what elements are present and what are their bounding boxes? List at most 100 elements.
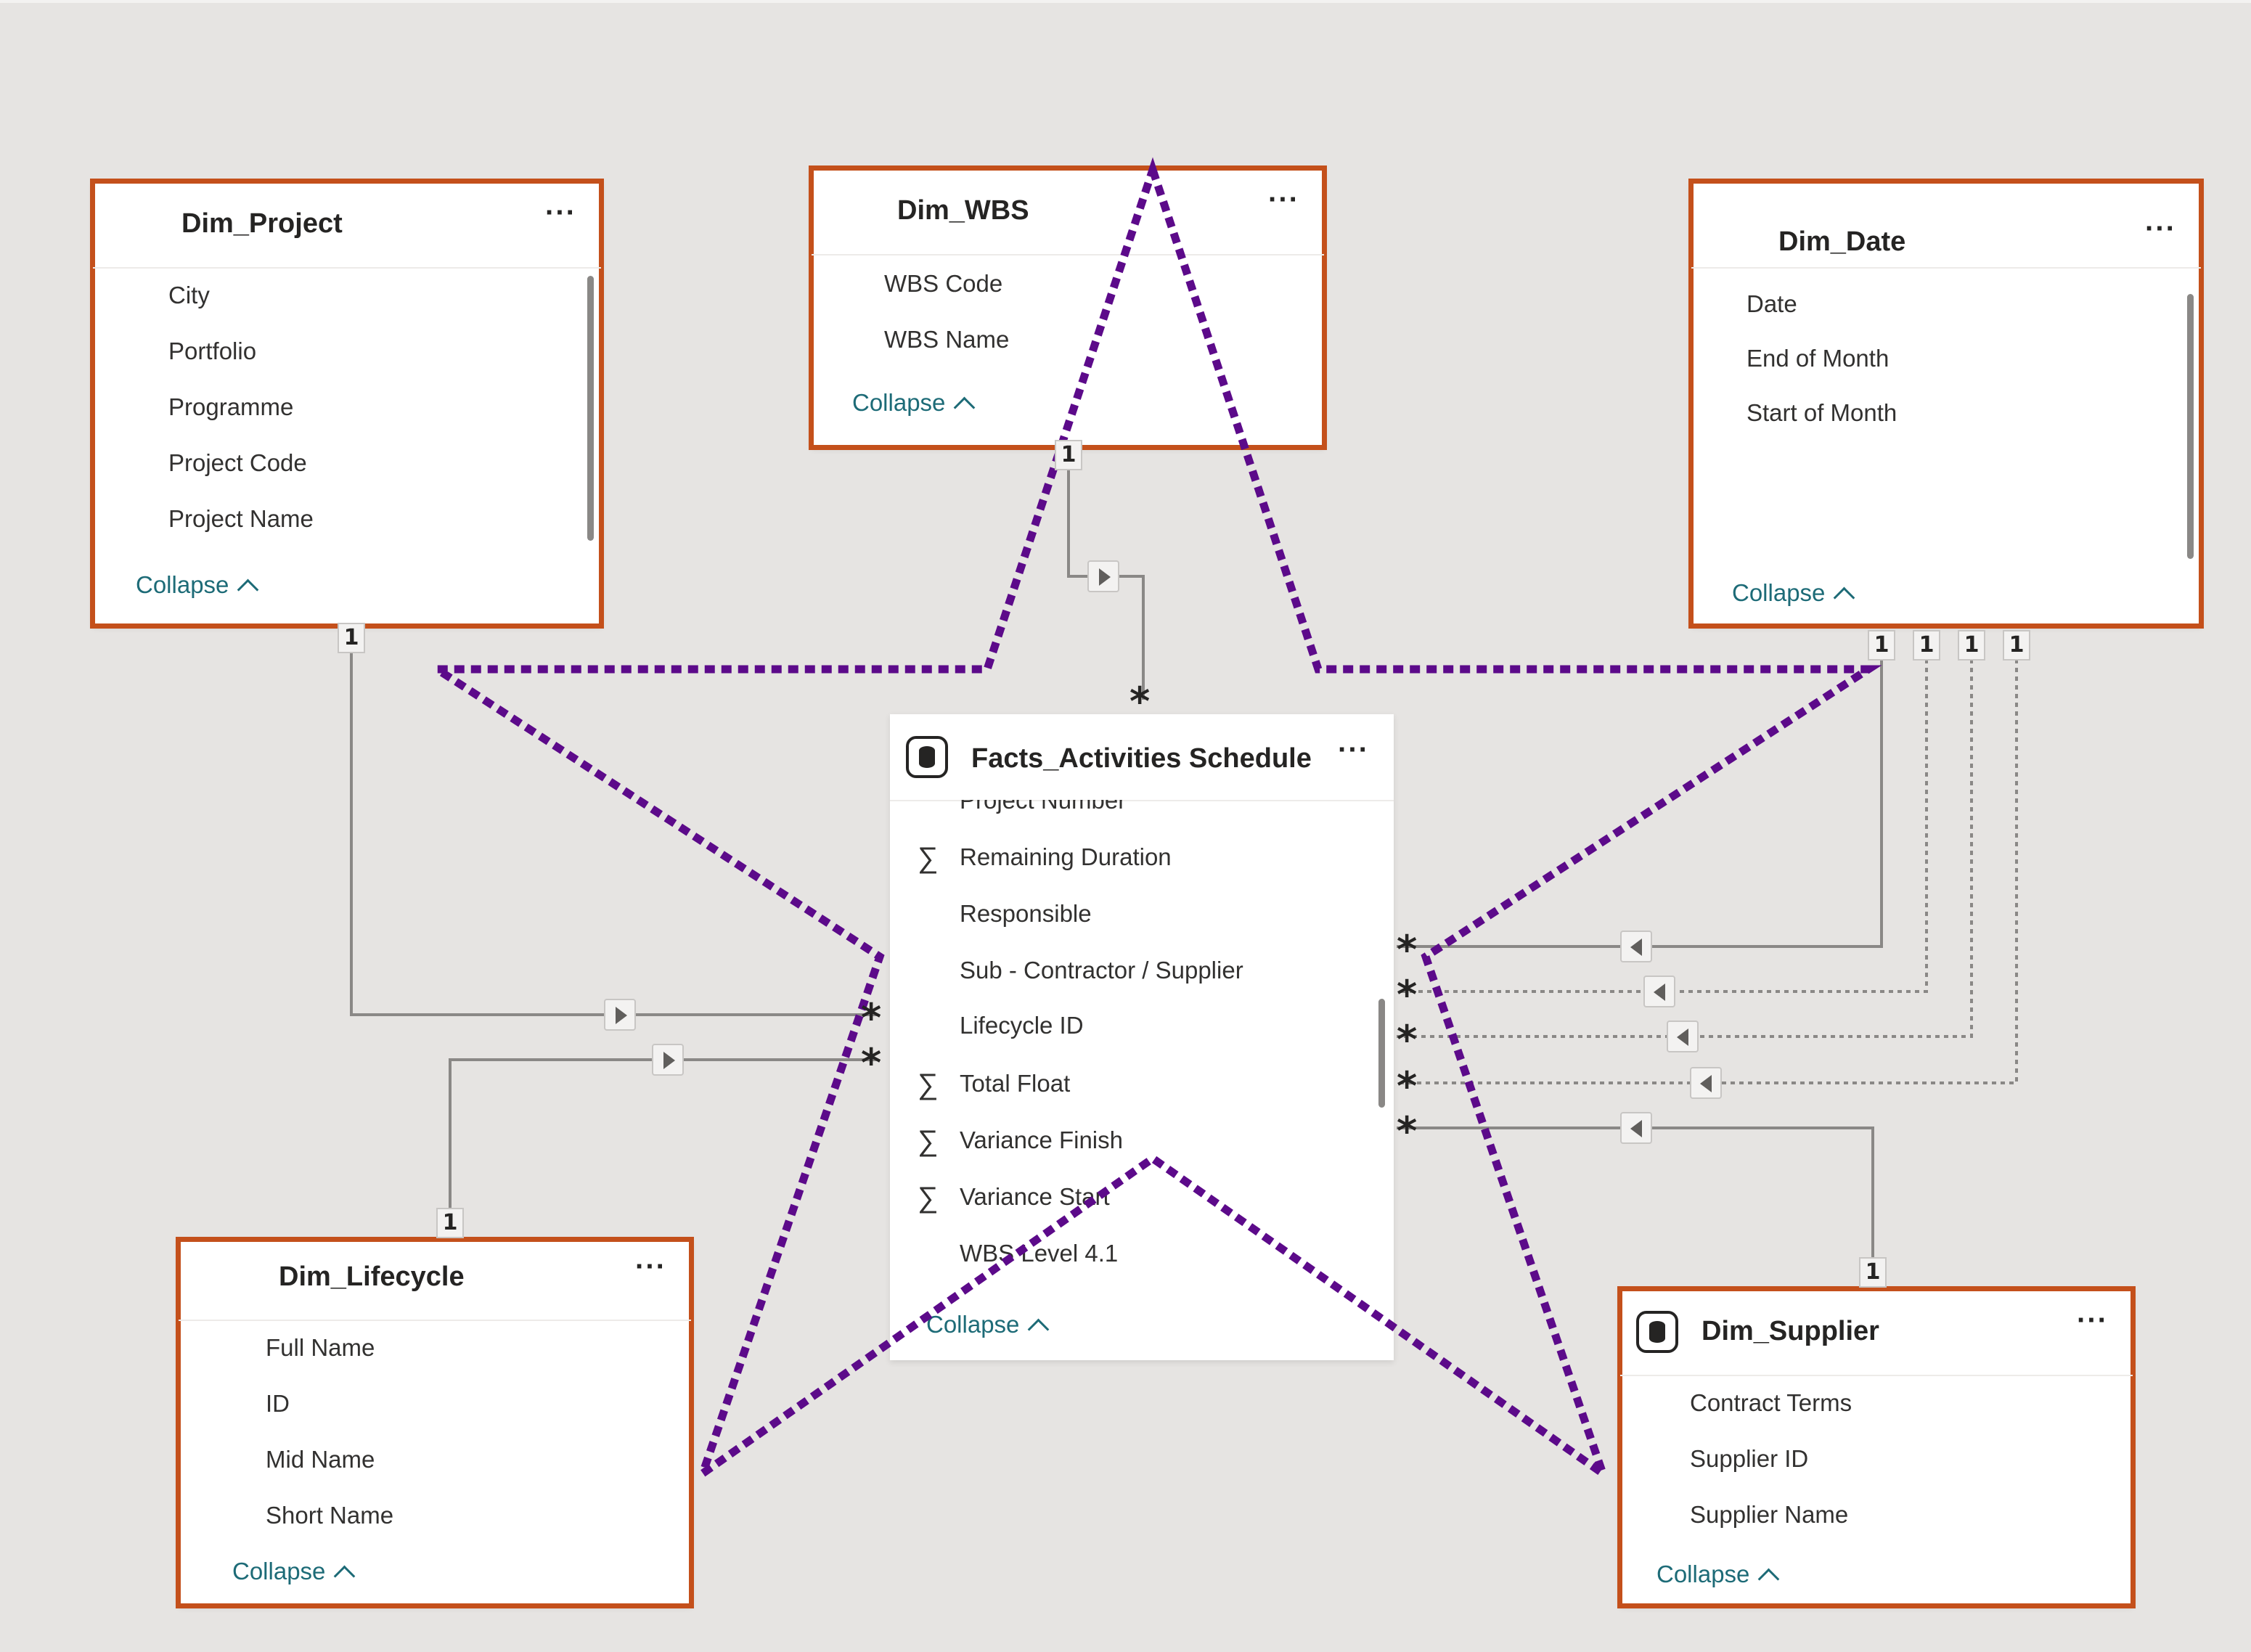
filter-direction-arrow-icon[interactable] (1620, 1112, 1652, 1144)
more-options-button[interactable]: ··· (635, 1252, 666, 1281)
table-card-dim-wbs[interactable]: Dim_WBS ··· WBS Code WBS Name Collapse (809, 165, 1327, 450)
scrollbar[interactable] (1378, 999, 1385, 1108)
table-icon (1636, 1311, 1678, 1353)
cardinality-one-marker: 1 (2003, 630, 2030, 661)
cardinality-many-marker: * (861, 1040, 882, 1086)
chevron-up-icon (334, 1565, 356, 1587)
chevron-up-icon (1758, 1568, 1780, 1590)
field-item[interactable]: WBS Code (884, 270, 1002, 298)
field-item[interactable]: ID (266, 1390, 290, 1418)
cardinality-many-marker: * (1397, 972, 1418, 1018)
rel-line-date-inactive-2 (1397, 633, 1973, 1038)
filter-direction-arrow-icon[interactable] (1690, 1067, 1722, 1099)
field-item[interactable]: City (168, 282, 210, 309)
field-item[interactable]: ∑ Total Float (918, 1068, 1070, 1100)
field-list: Full Name ID Mid Name Short Name (179, 1320, 691, 1555)
field-item[interactable]: End of Month (1747, 345, 1889, 372)
field-list: Contract Terms Supplier ID Supplier Name (1620, 1375, 2133, 1555)
field-item[interactable]: Supplier Name (1690, 1501, 1848, 1529)
collapse-link[interactable]: Collapse (1732, 579, 1855, 609)
filter-direction-arrow-icon[interactable] (604, 999, 636, 1031)
filter-direction-arrow-icon[interactable] (1087, 560, 1119, 592)
cardinality-many-marker: * (1397, 1017, 1418, 1063)
card-title: Facts_Activities Schedule (971, 743, 1312, 774)
field-list: WBS Code WBS Name (812, 254, 1324, 396)
field-item[interactable]: Date (1747, 290, 1797, 318)
field-item[interactable]: ∑ Variance Start (918, 1182, 1110, 1214)
filter-direction-arrow-icon[interactable] (1620, 931, 1652, 962)
table-card-dim-project[interactable]: Dim_Project ··· City Portfolio Programme… (90, 179, 604, 629)
table-icon (906, 736, 948, 778)
card-title: Dim_Lifecycle (279, 1262, 465, 1292)
collapse-link[interactable]: Collapse (232, 1558, 356, 1587)
sigma-icon: ∑ (918, 842, 939, 874)
field-item[interactable]: ∑ Variance Finish (918, 1125, 1123, 1157)
field-item[interactable]: Start of Month (1747, 399, 1897, 427)
field-item[interactable]: Lifecycle ID (960, 1012, 1084, 1039)
table-card-dim-lifecycle[interactable]: Dim_Lifecycle ··· Full Name ID Mid Name … (176, 1237, 694, 1608)
field-item[interactable]: Programme (168, 393, 293, 421)
field-item[interactable]: Project Name (168, 505, 314, 533)
collapse-link[interactable]: Collapse (136, 571, 259, 601)
scrollbar[interactable] (2187, 294, 2194, 559)
card-header: Dim_Project ··· (93, 181, 601, 269)
sigma-icon: ∑ (918, 1068, 939, 1100)
field-item[interactable]: Sub - Contractor / Supplier (960, 957, 1243, 984)
cardinality-one-marker: 1 (1868, 630, 1895, 661)
chevron-up-icon (237, 578, 259, 601)
rel-line-project (350, 633, 877, 1016)
collapse-link[interactable]: Collapse (852, 389, 976, 419)
cardinality-one-marker: 1 (436, 1208, 464, 1238)
more-options-button[interactable]: ··· (2077, 1306, 2108, 1335)
card-title: Dim_Supplier (1701, 1316, 1879, 1346)
card-title: Dim_Project (181, 208, 343, 239)
card-header: Dim_Date ··· (1691, 181, 2201, 269)
filter-direction-arrow-icon[interactable] (652, 1044, 684, 1076)
chevron-up-icon (954, 396, 976, 419)
scrollbar[interactable] (587, 276, 594, 541)
table-card-facts-activities-schedule[interactable]: Facts_Activities Schedule ··· Project Nu… (890, 714, 1394, 1360)
table-card-dim-date[interactable]: Dim_Date ··· Date End of Month Start of … (1688, 179, 2204, 629)
rel-line-supplier (1397, 1126, 1874, 1266)
field-item[interactable]: ∑ Remaining Duration (918, 842, 1172, 874)
table-card-dim-supplier[interactable]: Dim_Supplier ··· Contract Terms Supplier… (1617, 1286, 2136, 1608)
field-list: Project Number ∑ Remaining Duration Respo… (890, 800, 1394, 1301)
cardinality-one-marker: 1 (1859, 1257, 1887, 1288)
chevron-up-icon (1028, 1318, 1050, 1341)
card-title: Dim_WBS (897, 195, 1029, 226)
card-header: Dim_Lifecycle ··· (179, 1240, 691, 1321)
cardinality-one-marker: 1 (1913, 630, 1940, 661)
field-item[interactable]: Contract Terms (1690, 1389, 1852, 1417)
filter-direction-arrow-icon[interactable] (1667, 1021, 1699, 1052)
cardinality-many-marker: * (1397, 927, 1418, 973)
filter-direction-arrow-icon[interactable] (1643, 976, 1675, 1007)
cardinality-many-marker: * (1397, 1108, 1418, 1154)
field-item[interactable]: WBS Name (884, 326, 1009, 353)
more-options-button[interactable]: ··· (2145, 214, 2176, 243)
sigma-icon: ∑ (918, 1182, 939, 1214)
rel-line-lifecycle (449, 1058, 877, 1219)
field-item[interactable]: Full Name (266, 1334, 375, 1362)
rel-line-date-active (1397, 633, 1883, 948)
card-header: Facts_Activities Schedule ··· (890, 714, 1394, 801)
field-item[interactable]: Responsible (960, 900, 1092, 928)
more-options-button[interactable]: ··· (1268, 185, 1299, 214)
collapse-link[interactable]: Collapse (1656, 1561, 1780, 1590)
more-options-button[interactable]: ··· (545, 198, 576, 227)
field-item[interactable]: Mid Name (266, 1446, 375, 1473)
field-item[interactable]: Supplier ID (1690, 1445, 1808, 1473)
field-item[interactable]: Short Name (266, 1502, 393, 1529)
cardinality-one-marker: 1 (338, 623, 365, 653)
field-item[interactable]: WBS Level 4.1 (960, 1240, 1118, 1267)
rel-line-date-inactive-1 (1397, 633, 1928, 993)
field-list: City Portfolio Programme Project Code Pr… (93, 267, 601, 575)
field-item[interactable]: Portfolio (168, 338, 256, 365)
more-options-button[interactable]: ··· (1338, 735, 1369, 764)
cardinality-many-marker: * (1397, 1063, 1418, 1109)
cardinality-one-marker: 1 (1958, 630, 1985, 661)
field-item[interactable]: Project Number (960, 800, 1126, 814)
cardinality-many-marker: * (861, 995, 882, 1041)
field-item[interactable]: Project Code (168, 449, 307, 477)
cardinality-one-marker: 1 (1055, 440, 1082, 470)
collapse-link[interactable]: Collapse (926, 1311, 1050, 1341)
